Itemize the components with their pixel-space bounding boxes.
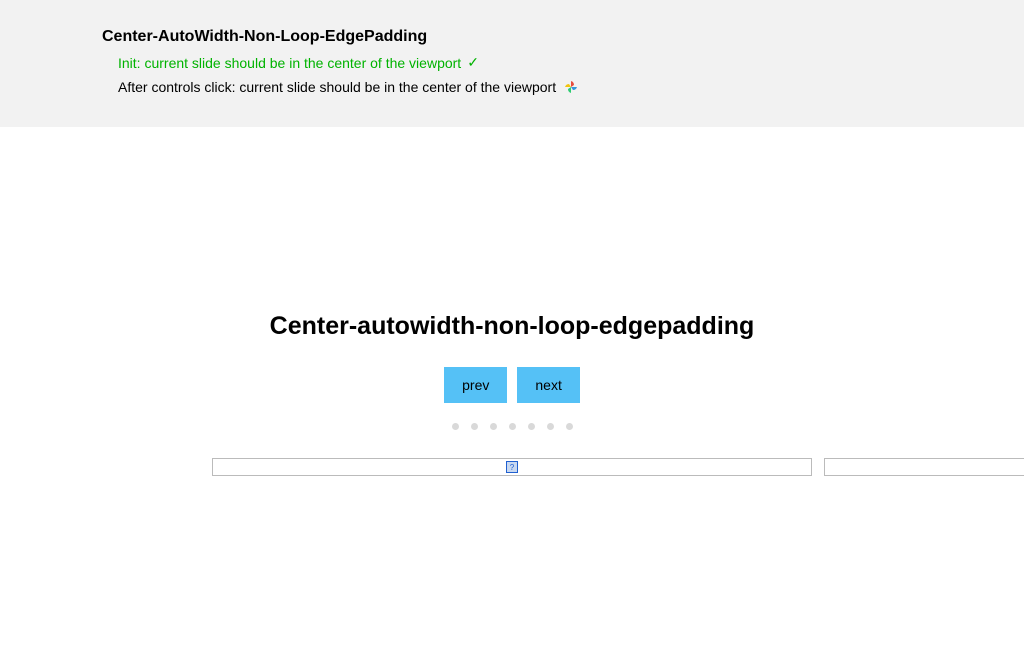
next-button[interactable]: next — [517, 367, 579, 403]
carousel-title: Center-autowidth-non-loop-edgepadding — [0, 312, 1024, 341]
test-results-header: Center-AutoWidth-Non-Loop-EdgePadding In… — [0, 0, 1024, 127]
test-result-text: Init: current slide should be in the cen… — [118, 55, 461, 71]
carousel-dots — [0, 423, 1024, 430]
test-suite-title: Center-AutoWidth-Non-Loop-EdgePadding — [102, 28, 1024, 46]
carousel-dot[interactable] — [509, 423, 516, 430]
prev-button[interactable]: prev — [444, 367, 507, 403]
test-result-text: After controls click: current slide shou… — [118, 79, 556, 95]
carousel-dot[interactable] — [547, 423, 554, 430]
pinwheel-icon — [564, 80, 578, 94]
carousel-track: ? — [0, 458, 1024, 476]
carousel-dot[interactable] — [452, 423, 459, 430]
broken-image-icon: ? — [506, 461, 518, 473]
carousel-dot[interactable] — [566, 423, 573, 430]
carousel-demo-area: Center-autowidth-non-loop-edgepadding pr… — [0, 127, 1024, 476]
test-result-line: Init: current slide should be in the cen… — [102, 54, 1024, 71]
checkmark-icon: ✓ — [467, 54, 479, 71]
carousel-controls: prev next — [0, 367, 1024, 403]
carousel-dot[interactable] — [471, 423, 478, 430]
carousel-slide[interactable]: ? — [212, 458, 812, 476]
carousel-slide[interactable] — [824, 458, 1024, 476]
carousel-dot[interactable] — [528, 423, 535, 430]
test-result-line: After controls click: current slide shou… — [102, 79, 1024, 95]
carousel-dot[interactable] — [490, 423, 497, 430]
